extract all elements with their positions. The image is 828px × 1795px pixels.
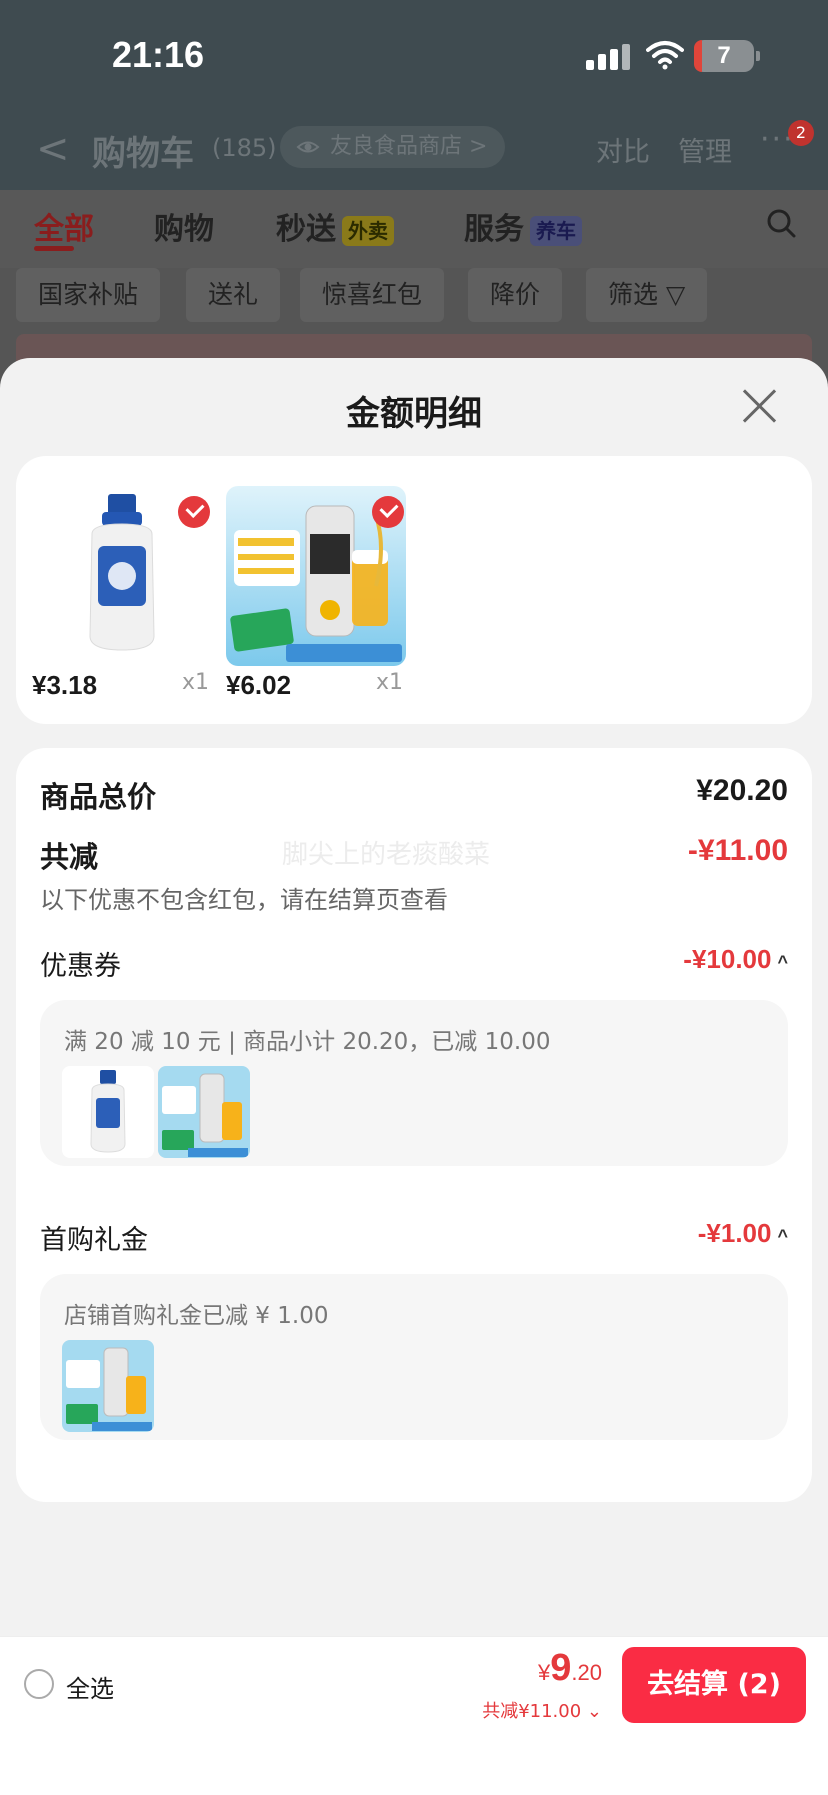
product-qty: x1 xyxy=(182,670,210,695)
coupon-detail-text: 满 20 减 10 元 | 商品小计 20.20，已减 10.00 xyxy=(64,1029,551,1055)
product-price: ¥6.02 xyxy=(226,670,292,700)
store-name: 友良食品商店 > xyxy=(330,134,488,159)
select-all-label[interactable]: 全选 xyxy=(66,1669,114,1704)
notification-badge: 2 xyxy=(788,120,814,146)
tab-shopping[interactable]: 购物 xyxy=(154,204,214,248)
select-all-radio[interactable] xyxy=(24,1669,54,1699)
cart-count: (185) xyxy=(212,134,277,162)
first-purchase-gift-value: -¥1.00 xyxy=(697,1218,772,1248)
search-icon[interactable] xyxy=(766,208,796,238)
first-purchase-gift-toggle[interactable]: -¥1.00 ^ xyxy=(698,1218,788,1249)
status-time: 21:16 xyxy=(112,34,205,75)
filter-national-subsidy[interactable]: 国家补贴 xyxy=(16,268,161,322)
compare-button[interactable]: 对比 xyxy=(596,130,650,169)
cart-nav-bar: < 购物车 (185) 友良食品商店 > 对比 管理 ··· 2 xyxy=(0,110,828,190)
total-discount-toggle[interactable]: 共减¥11.00 ⌄ xyxy=(482,1697,602,1723)
store-filter-pill[interactable]: 友良食品商店 > xyxy=(280,126,506,168)
liquor-bottle-thumbnail xyxy=(62,1066,154,1158)
beer-can-thumbnail xyxy=(62,1340,154,1432)
chevron-up-icon: ^ xyxy=(777,1226,788,1246)
tab-flash-label: 秒送 xyxy=(276,212,336,247)
close-icon[interactable] xyxy=(740,386,780,426)
back-button[interactable]: < xyxy=(36,126,70,172)
manage-button[interactable]: 管理 xyxy=(678,130,732,169)
price-breakdown-card: 商品总价 ¥20.20 脚尖上的老痰酸菜 共减 -¥11.00 以下优惠不包含红… xyxy=(16,748,812,1502)
discount-label: 共减 xyxy=(40,840,99,874)
page-title: 购物车 xyxy=(92,134,194,174)
tab-service-label: 服务 xyxy=(464,212,524,247)
total-price-label: 商品总价 xyxy=(40,780,157,814)
home-indicator-area xyxy=(0,1728,828,1795)
checked-icon[interactable] xyxy=(178,496,210,528)
selected-products-card: ¥3.18 x1 ¥6.02 x1 xyxy=(16,456,812,724)
product-price: ¥3.18 xyxy=(32,670,98,700)
total-price-value: ¥20.20 xyxy=(696,774,788,807)
total-payable: ¥9.20 xyxy=(538,1647,602,1690)
filter-price-drop[interactable]: 降价 xyxy=(468,268,563,322)
eye-icon xyxy=(296,141,320,153)
chevron-up-icon: ^ xyxy=(777,952,788,972)
filter-gift[interactable]: 送礼 xyxy=(186,268,281,322)
coupon-label: 优惠券 xyxy=(40,951,121,982)
sheet-title: 金额明细 xyxy=(346,394,482,434)
signal-icon xyxy=(586,44,630,70)
checkout-bar: 全选 ¥9.20 共减¥11.00 ⌄ 去结算 (2) xyxy=(0,1636,828,1728)
status-bar: 21:16 7 xyxy=(0,0,828,110)
beer-can-thumbnail xyxy=(158,1066,250,1158)
amount-detail-sheet: 金额明细 ¥3.18 x1 ¥6.02 x1 商品总价 ¥20.20 脚尖上的老… xyxy=(0,358,828,1795)
tab-service-tag: 养车 xyxy=(530,215,582,246)
tab-all[interactable]: 全部 xyxy=(34,204,94,248)
filter-surprise-red-packet[interactable]: 惊喜红包 xyxy=(300,268,445,322)
tab-flash-tag: 外卖 xyxy=(342,215,394,246)
tab-active-indicator xyxy=(34,246,74,251)
filter-button[interactable]: 筛选 ▽ xyxy=(586,268,708,322)
first-purchase-gift-text: 店铺首购礼金已减 ¥ 1.00 xyxy=(64,1303,329,1329)
price-decimal: .20 xyxy=(571,1660,602,1685)
product-qty: x1 xyxy=(376,670,404,695)
first-purchase-gift-box: 店铺首购礼金已减 ¥ 1.00 xyxy=(40,1274,788,1440)
checkout-button[interactable]: 去结算 (2) xyxy=(622,1647,806,1723)
currency-symbol: ¥ xyxy=(538,1660,551,1685)
tab-service[interactable]: 服务 养车 xyxy=(464,204,582,248)
watermark: 脚尖上的老痰酸菜 xyxy=(282,840,491,870)
discount-value: -¥11.00 xyxy=(687,834,788,867)
discount-note: 以下优惠不包含红包，请在结算页查看 xyxy=(40,886,448,914)
filter-chips: 国家补贴 送礼 惊喜红包 降价 筛选 ▽ xyxy=(0,268,828,330)
tab-flash[interactable]: 秒送 外卖 xyxy=(276,204,394,248)
checked-icon[interactable] xyxy=(372,496,404,528)
battery-icon: 7 xyxy=(694,40,760,72)
coupon-toggle[interactable]: -¥10.00 ^ xyxy=(683,944,788,975)
category-tabs: 全部 购物 秒送 外卖 服务 养车 xyxy=(0,190,828,270)
coupon-value: -¥10.00 xyxy=(683,944,772,974)
wifi-icon xyxy=(646,41,684,70)
price-integer: 9 xyxy=(550,1647,572,1689)
coupon-detail-box: 满 20 减 10 元 | 商品小计 20.20，已减 10.00 xyxy=(40,1000,788,1166)
first-purchase-gift-label: 首购礼金 xyxy=(40,1225,148,1256)
